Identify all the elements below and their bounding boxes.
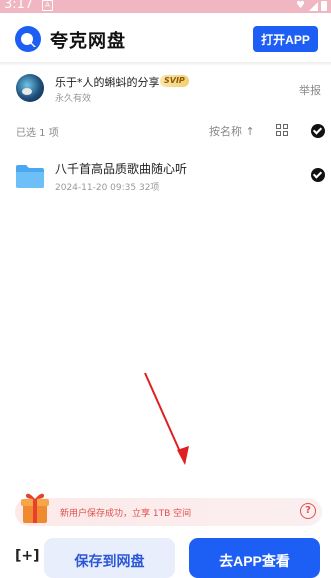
annotation-arrow-icon [144, 372, 189, 465]
list-item[interactable]: 八千首高品质歌曲随心听 2024-11-20 09:35 32项 [0, 154, 331, 198]
status-bar: 3:17 A ♥ [0, 0, 331, 13]
app-name: 夸克网盘 [50, 31, 126, 52]
help-icon[interactable]: ? [300, 503, 316, 519]
file-meta: 2024-11-20 09:35 32项 [55, 180, 159, 193]
sort-label: 按名称 [209, 125, 242, 138]
wifi-icon: ♥ [296, 0, 305, 11]
sort-button[interactable]: 按名称 ↑ [209, 123, 255, 139]
sharer-name: 乐于*人的蝌蚪的分享 [55, 76, 160, 89]
file-name: 八千首高品质歌曲随心听 [55, 162, 188, 176]
save-to-drive-button[interactable]: 保存到网盘 [44, 538, 175, 578]
selected-count: 已选 1 项 [16, 128, 59, 139]
folder-icon [16, 165, 44, 188]
open-app-button[interactable]: 打开APP [253, 26, 318, 52]
status-icons: ♥ [296, 0, 327, 12]
promo-text: 新用户保存成功，立享 1TB 空间 [60, 509, 192, 519]
file-count: 32项 [138, 183, 160, 193]
save-button-label: 保存到网盘 [74, 553, 145, 569]
file-checkbox[interactable] [311, 168, 325, 182]
quark-logo-icon [15, 26, 41, 52]
grid-view-icon[interactable] [276, 124, 288, 136]
signal-icon [309, 1, 318, 11]
view-in-app-label: 去APP查看 [219, 553, 290, 569]
sharer-info: 乐于*人的蝌蚪的分享 SVIP 永久有效 举报 [0, 66, 331, 108]
sort-arrow-icon: ↑ [245, 125, 255, 138]
svip-badge: SVIP [160, 75, 189, 87]
share-validity: 永久有效 [55, 94, 92, 104]
view-in-app-button[interactable]: 去APP查看 [189, 538, 320, 578]
select-all-checkbox[interactable] [311, 124, 325, 138]
report-link[interactable]: 举报 [299, 82, 321, 98]
promo-banner: 新用户保存成功，立享 1TB 空间 ? [15, 493, 322, 526]
file-toolbar: 已选 1 项 按名称 ↑ [0, 120, 331, 142]
battery-icon [321, 1, 327, 11]
file-date: 2024-11-20 09:35 [55, 183, 137, 193]
gift-icon [21, 493, 49, 523]
status-time: 3:17 [4, 0, 34, 12]
avatar [16, 74, 44, 102]
app-header: 夸克网盘 打开APP [0, 13, 331, 63]
notification-icon: A [42, 0, 53, 11]
